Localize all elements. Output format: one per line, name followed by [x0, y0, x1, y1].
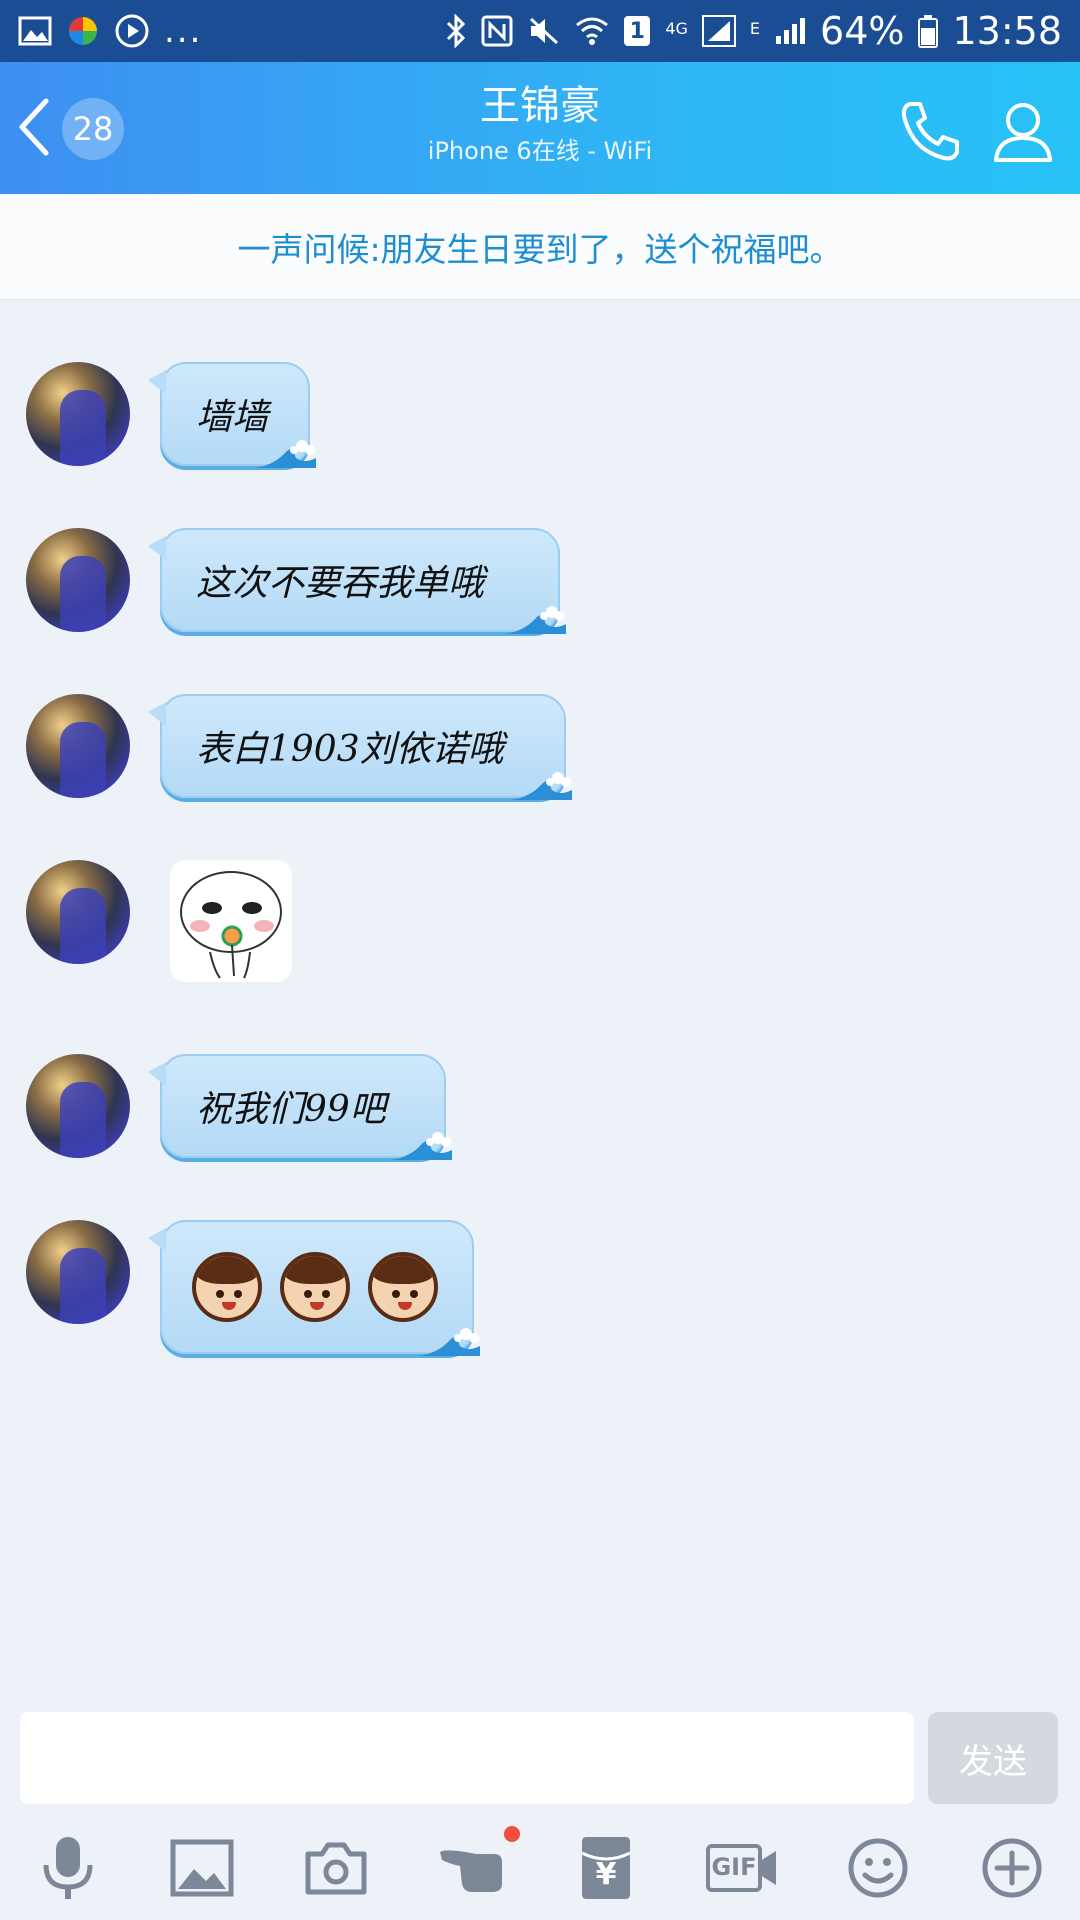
nfc-icon	[481, 15, 513, 47]
app-notification-icon	[66, 14, 100, 48]
message-bubble[interactable]: 墙墙	[148, 362, 316, 468]
avatar[interactable]	[26, 1220, 130, 1324]
person-icon	[994, 103, 1052, 162]
white-face-sticker[interactable]	[170, 860, 292, 982]
poke-badge-dot	[504, 1826, 520, 1842]
signal-icon-sim1	[701, 15, 736, 47]
banner-text: 一声问候:朋友生日要到了，送个祝福吧。	[237, 229, 843, 269]
message-bubble[interactable]	[148, 1220, 480, 1356]
phone-icon	[901, 102, 959, 161]
contact-name[interactable]: 王锦豪	[240, 80, 840, 132]
message-item: 这次不要吞我单哦	[26, 528, 566, 634]
message-bubble[interactable]: 祝我们99吧	[148, 1054, 452, 1160]
chevron-left-icon	[16, 97, 52, 161]
avatar[interactable]	[26, 362, 130, 466]
wave-decoration-icon	[254, 440, 316, 468]
battery-percent: 64%	[820, 9, 905, 53]
contact-online-status: iPhone 6在线 - WiFi	[427, 137, 653, 165]
wifi-icon	[575, 15, 609, 47]
signal-icon-sim2	[774, 16, 806, 46]
plus-icon	[982, 1838, 1042, 1898]
currency-symbol: ¥	[595, 1857, 617, 1892]
network-type-label: 4G	[665, 19, 688, 38]
wave-decoration-icon	[390, 1132, 452, 1160]
camera-icon	[305, 1842, 367, 1895]
message-list[interactable]: 墙墙 这次不要吞我单哦 表白1903刘依诺哦 祝我们99吧	[0, 300, 1080, 1700]
message-input[interactable]	[20, 1712, 914, 1804]
emoji-button[interactable]	[838, 1828, 918, 1908]
media-play-notification-icon	[114, 13, 150, 49]
microphone-icon	[43, 1837, 93, 1899]
boy-face-emoji	[280, 1252, 350, 1322]
gif-icon: GIF	[705, 1843, 779, 1893]
unread-count-badge: 28	[62, 98, 124, 160]
send-button[interactable]: 发送	[928, 1712, 1058, 1804]
emoji-smile-icon	[848, 1838, 908, 1898]
wave-decoration-icon	[418, 1328, 480, 1356]
avatar[interactable]	[26, 694, 130, 798]
back-button[interactable]: 28	[16, 98, 136, 160]
image-button[interactable]	[162, 1828, 242, 1908]
contact-profile-button[interactable]	[988, 96, 1058, 166]
red-packet-button[interactable]: ¥	[566, 1828, 646, 1908]
message-bubble[interactable]: 这次不要吞我单哦	[148, 528, 566, 634]
network-extra-label: E	[749, 19, 761, 38]
message-bubble[interactable]: 表白1903刘依诺哦	[148, 694, 572, 800]
message-item	[26, 860, 292, 982]
status-bar: ... 1 4G E 64% 13:58	[0, 0, 1080, 62]
battery-icon	[918, 14, 939, 48]
image-icon	[170, 1839, 234, 1897]
gif-button[interactable]: GIF	[702, 1828, 782, 1908]
camera-button[interactable]	[296, 1828, 376, 1908]
clock: 13:58	[952, 9, 1062, 53]
bluetooth-icon	[445, 14, 467, 48]
sim-slot-icon: 1	[623, 15, 651, 47]
sim-slot-number: 1	[629, 18, 645, 44]
input-toolbar: ¥ GIF	[0, 1820, 1080, 1920]
avatar[interactable]	[26, 860, 130, 964]
message-text: 祝我们99吧	[196, 1089, 386, 1130]
microphone-button[interactable]	[28, 1828, 108, 1908]
more-button[interactable]	[972, 1828, 1052, 1908]
poke-hand-icon	[440, 1850, 502, 1892]
more-notifications-indicator: ...	[164, 11, 203, 51]
avatar[interactable]	[26, 528, 130, 632]
boy-face-emoji	[368, 1252, 438, 1322]
wave-decoration-icon	[504, 606, 566, 634]
voice-call-button[interactable]	[896, 96, 966, 166]
gif-label: GIF	[711, 1853, 757, 1881]
message-item: 祝我们99吧	[26, 1054, 452, 1160]
message-item: 墙墙	[26, 362, 316, 468]
composer: 发送	[0, 1700, 1080, 1810]
white-face-sticker-icon	[180, 871, 282, 979]
message-text: 这次不要吞我单哦	[196, 563, 485, 604]
avatar[interactable]	[26, 1054, 130, 1158]
chat-header: 28 王锦豪 iPhone 6在线 - WiFi	[0, 62, 1080, 194]
poke-button[interactable]	[434, 1828, 514, 1908]
message-item	[26, 1220, 480, 1356]
message-text: 表白1903刘依诺哦	[196, 729, 504, 770]
gallery-notification-icon	[18, 16, 52, 46]
mute-icon	[527, 15, 561, 47]
birthday-reminder-banner[interactable]: 一声问候:朋友生日要到了，送个祝福吧。	[0, 194, 1080, 300]
wave-decoration-icon	[510, 772, 572, 800]
red-packet-icon: ¥	[580, 1835, 632, 1901]
boy-face-emoji	[192, 1252, 262, 1322]
message-item: 表白1903刘依诺哦	[26, 694, 572, 800]
